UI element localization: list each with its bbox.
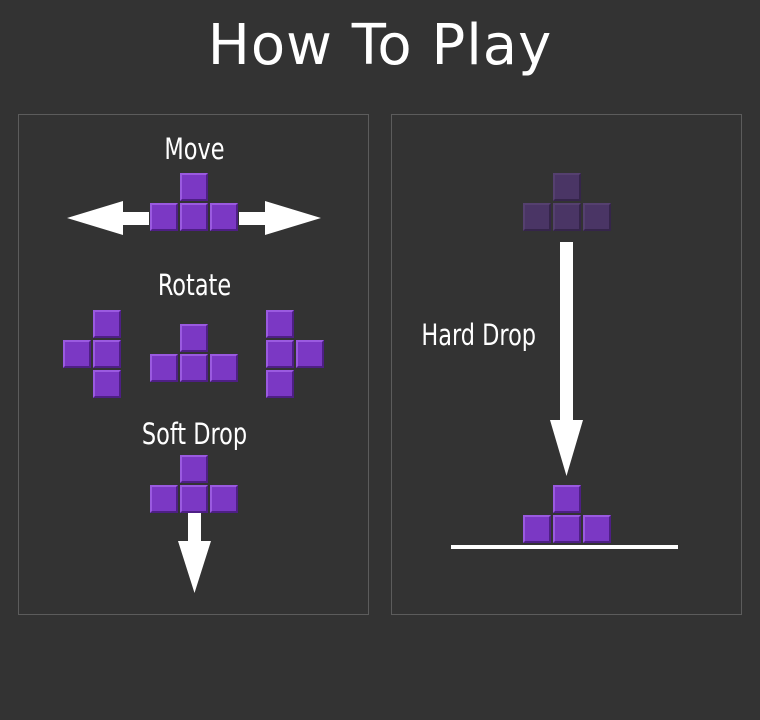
t-piece-icon	[63, 310, 123, 400]
rotate-label: Rotate	[157, 268, 232, 302]
arrow-down-icon	[550, 242, 583, 476]
arrow-left-icon	[67, 201, 149, 235]
soft-drop-label: Soft Drop	[141, 417, 248, 451]
arrow-down-icon	[178, 513, 211, 593]
page-title: How To Play	[207, 13, 553, 78]
move-label: Move	[164, 132, 225, 166]
t-piece-icon	[150, 324, 240, 384]
controls-panel-left: Move Rotate Soft Drop	[18, 114, 369, 615]
t-piece-icon	[150, 455, 240, 515]
arrow-right-icon	[239, 201, 321, 235]
floor-line	[451, 545, 678, 549]
t-piece-icon	[150, 173, 240, 233]
hard-drop-label: Hard Drop	[421, 318, 537, 352]
controls-panel-right: Hard Drop	[391, 114, 742, 615]
ghost-piece-icon	[523, 173, 613, 233]
t-piece-icon	[523, 485, 613, 545]
t-piece-icon	[266, 310, 326, 400]
